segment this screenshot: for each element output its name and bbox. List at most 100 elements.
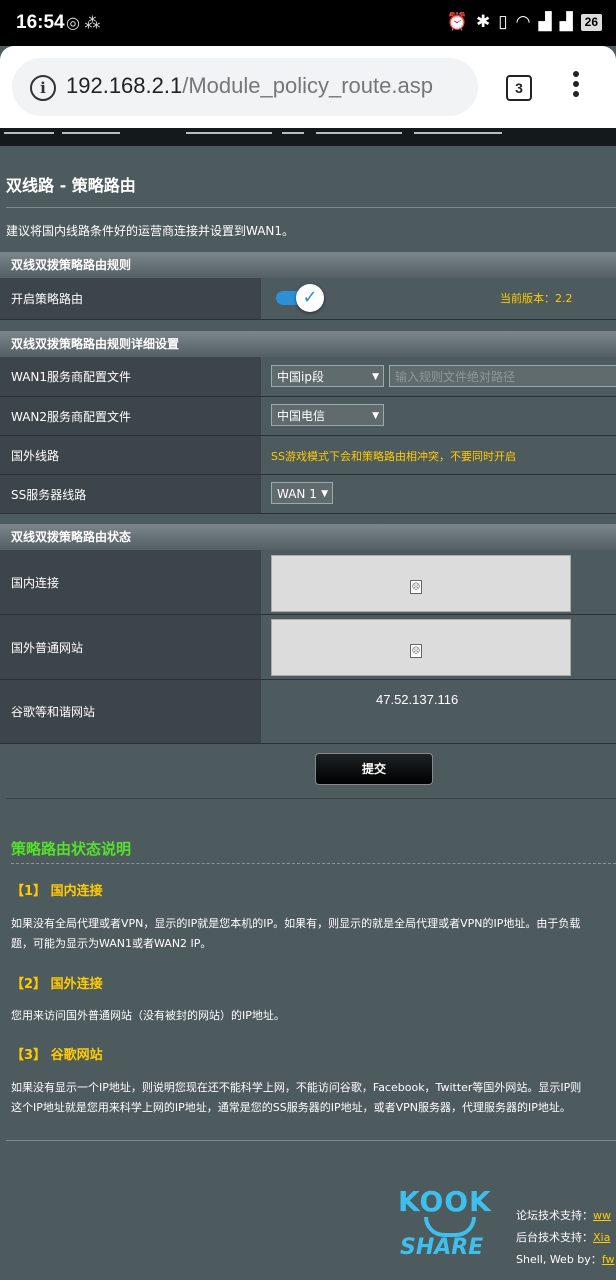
divider xyxy=(6,1140,616,1141)
foreign-line-warning: SS游戏模式下会和策略路由相冲突，不要同时开启 xyxy=(271,450,516,463)
clock: 16:54 xyxy=(16,12,65,33)
forum-label: 论坛技术支持： xyxy=(516,1209,593,1222)
wifi-icon: ◠ xyxy=(515,12,531,31)
shell-link[interactable]: fw xyxy=(602,1253,615,1266)
ss-server-row: SS服务器线路 WAN 1 ▼ xyxy=(0,475,616,514)
google-value: 47.52.137.116 xyxy=(262,680,616,743)
explain-item-title: 【2】 国外连接 xyxy=(11,977,103,992)
nav-link[interactable] xyxy=(414,128,502,134)
submit-button[interactable]: 提交 xyxy=(315,753,433,785)
domestic-ip-frame: ☹ xyxy=(271,555,571,612)
foreign-line-value: SS游戏模式下会和策略路由相冲突，不要同时开启 xyxy=(262,436,616,474)
explain-item-text: 这个IP地址就是您用来科学上网的IP地址，通常是您的SS服务器的IP地址，或者V… xyxy=(11,1101,571,1114)
shell-credit: Shell, Web by：fw xyxy=(516,1251,615,1267)
backend-label: 后台技术支持： xyxy=(516,1231,593,1244)
page-title: 双线路 - 策略路由 xyxy=(6,176,136,195)
backend-support: 后台技术支持：Xia xyxy=(516,1229,610,1245)
tab-switcher-button[interactable]: 3 xyxy=(506,75,532,101)
explain-item-title: 【3】 谷歌网站 xyxy=(11,1048,103,1063)
enable-policy-label: 开启策略路由 xyxy=(0,278,261,319)
enable-policy-value: ✓ 当前版本：2.2 xyxy=(262,278,616,319)
ss-server-selected: WAN 1 xyxy=(277,487,317,501)
logo-bottom-text: SHARE xyxy=(400,1235,484,1260)
logo-top-text: KOOK xyxy=(398,1185,492,1218)
router-nav-strip xyxy=(0,128,616,146)
version-text: 当前版本：2.2 xyxy=(500,292,573,305)
url-path: /Module_policy_route.asp xyxy=(182,73,433,98)
advice-text: 建议将国内线路条件好的运营商连接并设置到WAN1。 xyxy=(6,224,295,238)
wan2-selected: 中国电信 xyxy=(277,409,326,423)
foreign-site-label: 国外普通网站 xyxy=(0,615,261,679)
chevron-down-icon: ▼ xyxy=(321,489,328,499)
url-text[interactable]: 192.168.2.1/Module_policy_route.asp xyxy=(66,73,433,99)
ss-server-select[interactable]: WAN 1 ▼ xyxy=(271,482,333,504)
status-section-header: 双线双拨策略路由状态 xyxy=(0,524,616,550)
info-icon[interactable]: i xyxy=(30,75,56,101)
rules-section-header: 双线双拨策略路由规则 xyxy=(0,252,616,278)
explain-item-title: 【1】 国内连接 xyxy=(11,884,103,899)
vibrate-icon: ▯ xyxy=(498,12,508,31)
divider xyxy=(6,798,616,799)
explain-item-text: 题，可能为显示为WAN1或者WAN2 IP。 xyxy=(11,937,212,950)
google-ip: 47.52.137.116 xyxy=(376,692,459,707)
battery-icon: 26 xyxy=(580,13,602,31)
nav-link[interactable] xyxy=(4,128,54,134)
wan2-label: WAN2服务商配置文件 xyxy=(0,397,261,435)
nav-link[interactable] xyxy=(316,128,402,134)
chevron-down-icon: ▼ xyxy=(372,372,379,382)
kookshare-logo: KOOK SHARE xyxy=(398,1185,498,1265)
more-menu-icon[interactable] xyxy=(566,71,586,105)
wan1-selected: 中国ip段 xyxy=(277,370,324,384)
broken-image-icon: ☹ xyxy=(410,644,422,658)
google-label: 谷歌等和谐网站 xyxy=(0,680,261,743)
forum-link[interactable]: ww xyxy=(593,1209,611,1222)
backend-link[interactable]: Xia xyxy=(593,1231,610,1244)
broken-image-icon: ☹ xyxy=(410,580,422,594)
explain-item-text: 如果没有显示一个IP地址，则说明您现在还不能科学上网，不能访问谷歌，Facebo… xyxy=(11,1081,582,1094)
signal-icon: ▟ xyxy=(538,12,552,31)
domestic-label: 国内连接 xyxy=(0,550,261,614)
status-bar: 16:54 ◎ ⁂ ⏰ ✱ ▯ ◠ ▟ ▟ 26 xyxy=(0,0,616,46)
wan1-label: WAN1服务商配置文件 xyxy=(0,357,261,396)
logo-smile xyxy=(424,1217,476,1237)
foreign-line-label: 国外线路 xyxy=(0,436,261,474)
google-row: 谷歌等和谐网站 47.52.137.116 xyxy=(0,680,616,744)
ss-server-label: SS服务器线路 xyxy=(0,475,261,513)
ss-server-value: WAN 1 ▼ xyxy=(262,475,616,513)
system-icons: ⏰ ✱ ▯ ◠ ▟ ▟ 26 xyxy=(447,12,602,32)
wan1-select[interactable]: 中国ip段 ▼ xyxy=(271,365,384,387)
policy-route-toggle[interactable]: ✓ xyxy=(276,284,324,312)
alarm-icon: ⏰ xyxy=(446,12,469,31)
divider xyxy=(6,207,616,208)
explain-title: 策略路由状态说明 xyxy=(11,840,132,858)
chevron-down-icon: ▼ xyxy=(372,411,379,421)
explain-item-text: 您用来访问国外普通网站（没有被封的网站）的IP地址。 xyxy=(11,1009,285,1022)
domestic-row: 国内连接 ☹ xyxy=(0,550,616,615)
nav-link[interactable] xyxy=(62,128,120,134)
notification-icons: ◎ ⁂ xyxy=(66,15,101,32)
nav-link[interactable] xyxy=(186,128,272,134)
enable-policy-row: 开启策略路由 ✓ 当前版本：2.2 xyxy=(0,278,616,320)
detail-section-header: 双线双拨策略路由规则详细设置 xyxy=(0,331,616,357)
wan1-row: WAN1服务商配置文件 中国ip段 ▼ 输入规则文件绝对路径 xyxy=(0,357,616,397)
shell-label: Shell, Web by： xyxy=(516,1253,602,1266)
signal-2-icon: ▟ xyxy=(559,12,573,31)
wan1-path-input[interactable]: 输入规则文件绝对路径 xyxy=(389,365,616,387)
wan2-select[interactable]: 中国电信 ▼ xyxy=(271,404,384,426)
foreign-ip-frame: ☹ xyxy=(271,619,571,676)
check-icon: ✓ xyxy=(296,284,324,312)
dashed-divider xyxy=(11,863,616,864)
wan2-row: WAN2服务商配置文件 中国电信 ▼ xyxy=(0,397,616,436)
explain-item-text: 如果没有全局代理或者VPN，显示的IP就是您本机的IP。如果有，则显示的就是全局… xyxy=(11,917,581,930)
foreign-site-row: 国外普通网站 ☹ xyxy=(0,615,616,680)
domestic-value: ☹ xyxy=(262,550,616,614)
wan1-value: 中国ip段 ▼ 输入规则文件绝对路径 xyxy=(262,357,616,396)
url-host: 192.168.2.1 xyxy=(66,73,183,98)
address-bar[interactable]: i 192.168.2.1/Module_policy_route.asp xyxy=(12,58,478,116)
bluetooth-icon: ✱ xyxy=(476,12,491,31)
nav-link[interactable] xyxy=(282,128,304,134)
foreign-site-value: ☹ xyxy=(262,615,616,679)
wan2-value: 中国电信 ▼ xyxy=(262,397,616,435)
foreign-line-row: 国外线路 SS游戏模式下会和策略路由相冲突，不要同时开启 xyxy=(0,436,616,475)
forum-support: 论坛技术支持：ww xyxy=(516,1207,611,1223)
